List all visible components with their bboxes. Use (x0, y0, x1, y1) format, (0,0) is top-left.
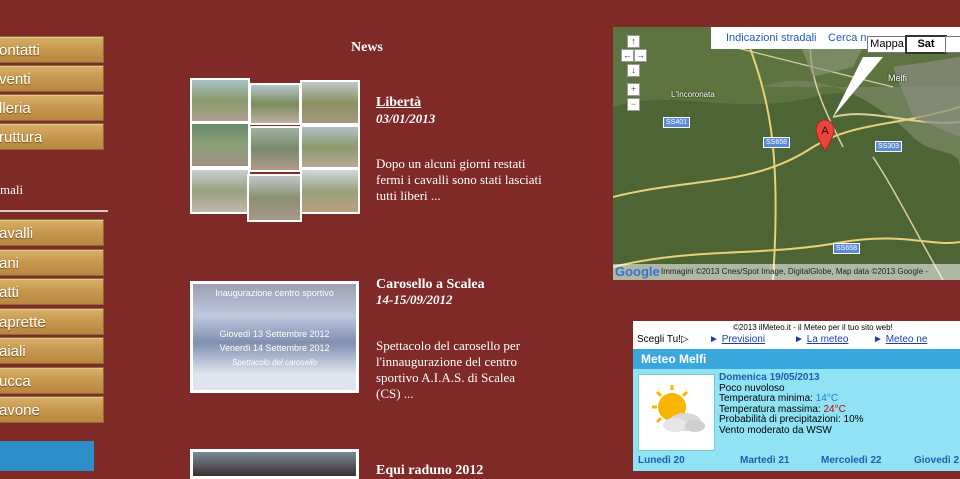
photo-thumb (190, 168, 250, 214)
news-title: News (351, 40, 383, 55)
photo-thumb (300, 125, 360, 169)
meteo-title-bar: Meteo Melfi (633, 349, 960, 369)
min-temp-label: Temperatura minima: (719, 393, 813, 404)
day-link[interactable]: Giovedì 2 (914, 455, 959, 466)
max-temp-value: 24°C (823, 403, 846, 415)
nav-label: atti (0, 284, 20, 301)
nav-eventi[interactable]: venti (0, 65, 104, 92)
la-meteo-link[interactable]: ► La meteo (794, 334, 848, 345)
nav-label: lleria (0, 100, 31, 117)
map-attribution: Immagini ©2013 Cnes/Spot Image, DigitalG… (661, 267, 929, 276)
rain-probability: Probabilità di precipitazioni: 10% (719, 414, 864, 425)
nav-label: aprette (0, 314, 46, 331)
nav-label: aiali (0, 343, 26, 360)
nav-label: ucca (0, 373, 31, 390)
google-logo[interactable]: Google (615, 264, 660, 280)
nav-label: ani (0, 255, 20, 272)
photo-thumb (190, 122, 250, 168)
photo-thumb (247, 174, 302, 222)
link-text: La meteo (806, 334, 849, 345)
meteo-links: Scegli Tu! ▷ ► Previsioni ► La meteo ► M… (633, 333, 960, 347)
previsioni-link[interactable]: ► Previsioni (709, 334, 765, 345)
meteo-widget: ©2013 ilMeteo.it - il Meteo per il tuo s… (633, 321, 960, 471)
nav-pavone[interactable]: avone (0, 396, 104, 423)
photo-thumb (300, 80, 360, 125)
meteo-body: Domenica 19/05/2013 Poco nuvoloso Temper… (633, 369, 960, 471)
thumb-caption: Spettacolo del carosello (232, 358, 317, 367)
forecast-day[interactable]: Domenica 19/05/2013 (719, 372, 864, 384)
partly-cloudy-icon (652, 385, 705, 432)
nav-label: avalli (0, 225, 34, 242)
choose-label: Scegli Tu! (637, 334, 681, 345)
place-label: Melfi (888, 73, 908, 83)
nav-label: ontatti (0, 42, 40, 59)
photo-thumb (249, 83, 301, 125)
link-text: Meteo ne (885, 334, 928, 345)
map-attribution-bar: Google Immagini ©2013 Cnes/Spot Image, D… (613, 264, 960, 280)
news-headline-link[interactable]: Equi raduno 2012 (376, 463, 483, 479)
nav-label: avone (0, 402, 40, 419)
nav-struttura[interactable]: ruttura (0, 123, 104, 150)
banner-button[interactable] (0, 441, 94, 471)
wind-text: Vento moderato da WSW (719, 424, 832, 436)
thumb-caption: Venerdì 14 Settembre 2012 (219, 343, 330, 353)
nav-contatti[interactable]: ontatti (0, 36, 104, 63)
link-text: Previsioni (721, 334, 766, 345)
thumb-caption: Giovedì 13 Settembre 2012 (219, 329, 330, 339)
news-excerpt: Dopo un alcuni giorni restati fermi i ca… (376, 156, 542, 203)
meteo-details: Domenica 19/05/2013 Poco nuvoloso Temper… (719, 372, 864, 436)
meteo-title[interactable]: Meteo Melfi (633, 352, 706, 366)
place-label: L'Incoronata (671, 90, 715, 99)
news-date: 14-15/09/2012 (376, 292, 453, 307)
news-headline-link[interactable]: Libertà (376, 95, 421, 111)
min-temp-value: 14°C (815, 393, 839, 404)
nav-mucca[interactable]: ucca (0, 367, 104, 394)
day-link[interactable]: Mercoledì 22 (821, 455, 882, 466)
photo-thumb (300, 168, 360, 214)
photo-thumb (249, 126, 301, 172)
news-date: 03/01/2013 (376, 111, 436, 126)
photo-thumb (190, 78, 250, 123)
section-animali-label: mali (0, 182, 24, 197)
section-divider (0, 210, 108, 212)
road-badge: SS658 (833, 243, 861, 254)
meteo-copyright[interactable]: ©2013 ilMeteo.it - il Meteo per il tuo s… (733, 323, 893, 332)
max-temp-label: Temperatura massima: (719, 403, 821, 415)
google-map[interactable]: ↑ ← → ↓ + − Indicazioni stradali Cerca n… (613, 27, 960, 280)
marker-letter: A (821, 125, 829, 137)
day-link[interactable]: Lunedì 20 (638, 455, 685, 466)
nav-cani[interactable]: ani (0, 249, 104, 276)
news-headline-link[interactable]: Carosello a Scalea (376, 277, 485, 293)
nav-galleria[interactable]: lleria (0, 94, 104, 121)
road-badge: SS401 (663, 117, 691, 128)
nav-maiali[interactable]: aiali (0, 337, 104, 364)
meteo-ne-link[interactable]: ► Meteo ne (873, 334, 927, 345)
nav-gatti[interactable]: atti (0, 278, 104, 305)
weather-icon-box (638, 374, 715, 451)
nav-label: ruttura (0, 129, 43, 146)
play-icon[interactable]: ▷ (681, 334, 689, 345)
thumb-caption: Inaugurazione centro sportivo (215, 288, 334, 298)
nav-label: venti (0, 71, 31, 88)
map-marker-icon[interactable]: A (815, 119, 835, 153)
news-thumbnail[interactable]: Inaugurazione centro sportivo Giovedì 13… (190, 281, 359, 393)
road-badge: SS658 (763, 137, 791, 148)
news-thumbnail[interactable] (190, 449, 359, 479)
news-excerpt: Spettacolo del carosello per l'innaugura… (376, 338, 521, 401)
map-infowindow-pointer (833, 57, 883, 117)
day-link[interactable]: Martedì 21 (740, 455, 789, 466)
nav-cavalli[interactable]: avalli (0, 219, 104, 246)
news-thumbnail-collage[interactable] (190, 78, 360, 223)
nav-caprette[interactable]: aprette (0, 308, 104, 335)
road-badge: SS303 (875, 141, 903, 152)
